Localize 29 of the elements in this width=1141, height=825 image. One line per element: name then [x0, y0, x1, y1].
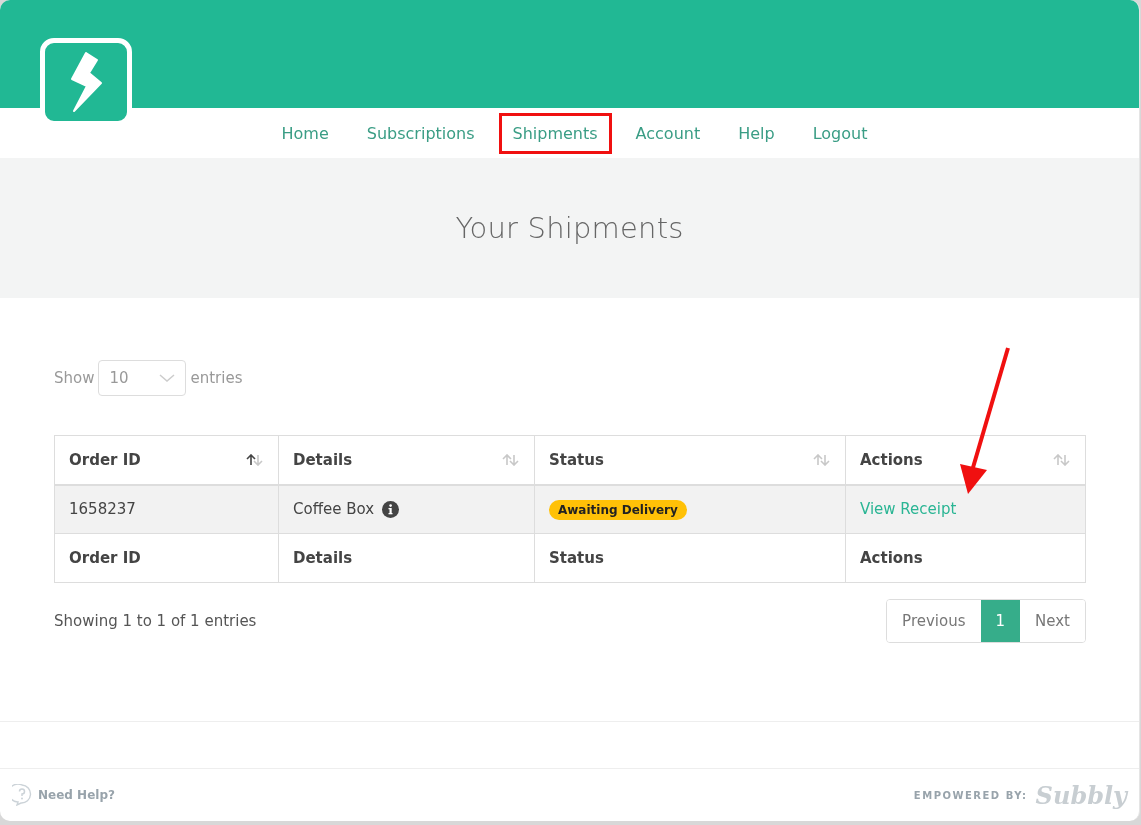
show-label: Show	[54, 369, 95, 387]
column-footer: Order ID	[54, 533, 279, 583]
nav-link[interactable]: Home	[267, 112, 343, 154]
question-bubble-icon[interactable]	[12, 784, 32, 806]
nav-link[interactable]: Shipments	[498, 112, 612, 154]
chevron-down-icon	[159, 373, 176, 383]
need-help-link[interactable]: Need Help?	[38, 788, 115, 802]
lightning-bolt-icon	[68, 51, 104, 113]
empowered-by-label: EMPOWERED BY:	[913, 789, 1028, 801]
column-header[interactable]: Status	[534, 435, 846, 485]
nav-link[interactable]: Subscriptions	[352, 112, 489, 154]
entries-label: entries	[190, 369, 243, 387]
page-title: Your Shipments	[455, 211, 684, 245]
column-footer: Actions	[845, 533, 1086, 583]
view-receipt-link[interactable]: View Receipt	[860, 500, 957, 519]
info-icon[interactable]	[382, 500, 400, 518]
column-footer: Status	[534, 533, 846, 583]
nav-link[interactable]: Help	[724, 112, 789, 154]
details-text: Coffee Box	[293, 500, 375, 519]
status-badge: Awaiting Delivery	[549, 500, 687, 521]
nav-link[interactable]: Logout	[798, 112, 882, 154]
column-header[interactable]: Details	[278, 435, 535, 485]
entries-info: Showing 1 to 1 of 1 entries	[54, 612, 257, 630]
nav-link[interactable]: Account	[621, 112, 715, 154]
column-footer: Details	[278, 533, 535, 583]
table-cell: 1658237	[54, 484, 279, 534]
column-header[interactable]: Order ID	[54, 435, 279, 485]
entries-select[interactable]: 10	[98, 360, 187, 396]
pagination-button[interactable]: 1	[980, 600, 1021, 642]
